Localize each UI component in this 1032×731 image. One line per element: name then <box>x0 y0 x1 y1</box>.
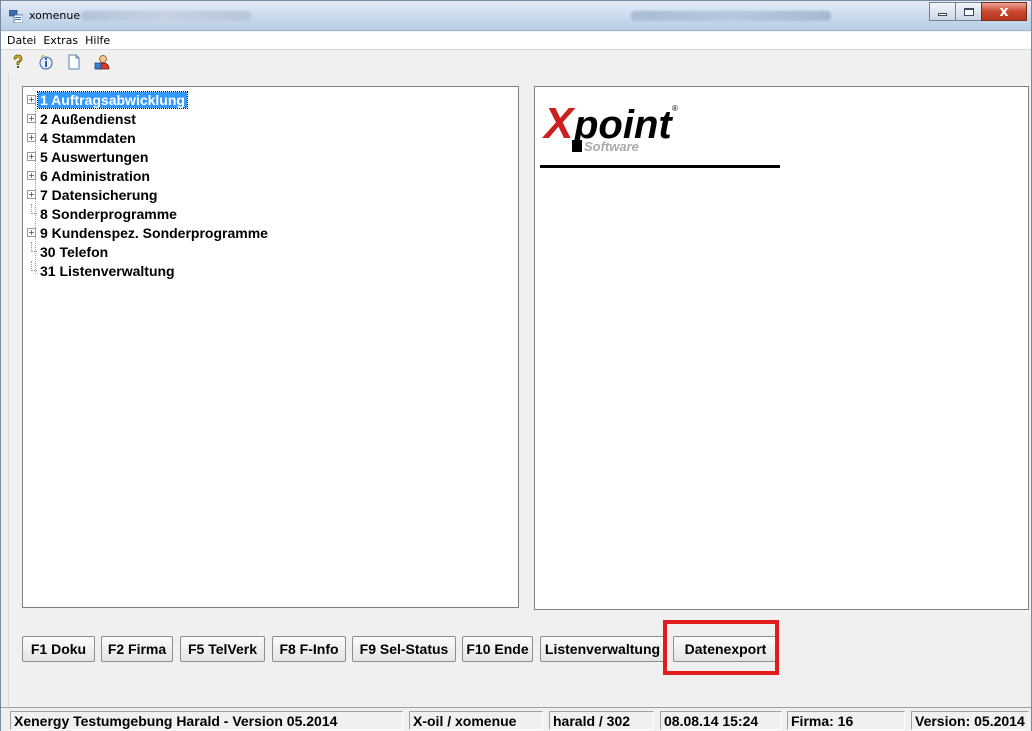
left-frame-edge <box>1 73 9 707</box>
title-bar[interactable]: xomenue x <box>1 1 1031 31</box>
close-button[interactable]: x <box>981 2 1027 21</box>
close-icon: x <box>999 3 1009 20</box>
tree-item-label[interactable]: 2 Außendienst <box>38 111 138 127</box>
blurred-title-detail <box>81 11 251 21</box>
toolbar <box>1 51 1031 73</box>
listenverwaltung-button[interactable]: Listenverwaltung <box>540 636 665 662</box>
xpoint-logo: X point ® Software <box>541 99 678 154</box>
tree-item-label[interactable]: 8 Sonderprogramme <box>38 206 179 222</box>
expand-icon[interactable]: + <box>27 152 36 161</box>
tree-leaf-connector <box>27 204 37 218</box>
logo-underline <box>540 165 780 168</box>
app-window: xomenue x Datei Extras Hilfe + 1 Auftrag… <box>0 0 1032 731</box>
tree-item-stammdaten[interactable]: + 4 Stammdaten <box>27 128 270 147</box>
f9-sel-status-button[interactable]: F9 Sel-Status <box>352 636 456 662</box>
tree-item-datensicherung[interactable]: + 7 Datensicherung <box>27 185 270 204</box>
status-app: X-oil / xomenue <box>409 711 543 730</box>
user-icon[interactable] <box>94 54 110 70</box>
tree-item-label[interactable]: 7 Datensicherung <box>38 187 159 203</box>
menu-extras[interactable]: Extras <box>43 34 78 47</box>
expand-icon[interactable]: + <box>27 114 36 123</box>
f2-firma-button[interactable]: F2 Firma <box>101 636 173 662</box>
status-bar: Xenergy Testumgebung Harald - Version 05… <box>1 707 1031 731</box>
logo-x: X <box>541 99 576 148</box>
tree-item-telefon[interactable]: 30 Telefon <box>27 242 270 261</box>
expand-icon[interactable]: + <box>27 95 36 104</box>
blurred-title-detail-2 <box>631 11 831 21</box>
window-title: xomenue <box>29 9 81 22</box>
menu-tree-panel[interactable]: + 1 Auftragsabwicklung + 2 Außendienst +… <box>22 86 519 608</box>
tree-item-label[interactable]: 6 Administration <box>38 168 152 184</box>
tree-item-label[interactable]: 4 Stammdaten <box>38 130 138 146</box>
maximize-button[interactable] <box>955 2 982 21</box>
status-version: Version: 05.2014 <box>911 711 1029 730</box>
logo-software: Software <box>584 139 639 154</box>
highlight-annotation <box>663 620 779 675</box>
maximize-icon <box>963 7 974 16</box>
document-icon[interactable] <box>66 54 82 70</box>
tree-item-auswertungen[interactable]: + 5 Auswertungen <box>27 147 270 166</box>
tree-item-label[interactable]: 5 Auswertungen <box>38 149 150 165</box>
status-environment: Xenergy Testumgebung Harald - Version 05… <box>10 711 403 730</box>
f10-ende-button[interactable]: F10 Ende <box>462 636 533 662</box>
info-icon[interactable] <box>38 54 54 70</box>
logo-registered: ® <box>672 104 678 113</box>
tree-leaf-connector <box>27 242 37 256</box>
tree-item-auftragsabwicklung[interactable]: + 1 Auftragsabwicklung <box>27 90 270 109</box>
tree-item-label[interactable]: 31 Listenverwaltung <box>38 263 177 279</box>
status-firma: Firma: 16 <box>787 711 905 730</box>
tree-item-listenverwaltung[interactable]: 31 Listenverwaltung <box>27 261 270 280</box>
tree-item-label[interactable]: 9 Kundenspez. Sonderprogramme <box>38 225 270 241</box>
tree-item-sonderprogramme[interactable]: 8 Sonderprogramme <box>27 204 270 223</box>
status-user: harald / 302 <box>549 711 654 730</box>
tree-item-label[interactable]: 30 Telefon <box>38 244 110 260</box>
expand-icon[interactable]: + <box>27 228 36 237</box>
window-controls: x <box>929 2 1027 22</box>
menu-tree: + 1 Auftragsabwicklung + 2 Außendienst +… <box>27 90 270 280</box>
tree-item-aussendienst[interactable]: + 2 Außendienst <box>27 109 270 128</box>
expand-icon[interactable]: + <box>27 133 36 142</box>
expand-icon[interactable]: + <box>27 190 36 199</box>
tree-item-administration[interactable]: + 6 Administration <box>27 166 270 185</box>
f8-f-info-button[interactable]: F8 F-Info <box>272 636 346 662</box>
f1-doku-button[interactable]: F1 Doku <box>22 636 95 662</box>
menu-datei[interactable]: Datei <box>7 34 36 47</box>
minimize-button[interactable] <box>929 2 956 21</box>
help-icon[interactable] <box>10 54 26 70</box>
tree-leaf-connector <box>27 261 37 275</box>
status-datetime: 08.08.14 15:24 <box>660 711 782 730</box>
logo-block <box>572 140 582 152</box>
app-icon <box>9 10 23 23</box>
tree-item-kundenspez-sonderprogramme[interactable]: + 9 Kundenspez. Sonderprogramme <box>27 223 270 242</box>
minimize-icon <box>938 13 947 16</box>
logo-panel: X point ® Software <box>534 86 1029 610</box>
f5-telverk-button[interactable]: F5 TelVerk <box>180 636 265 662</box>
menu-hilfe[interactable]: Hilfe <box>85 34 110 47</box>
tree-item-label[interactable]: 1 Auftragsabwicklung <box>37 90 188 109</box>
expand-icon[interactable]: + <box>27 171 36 180</box>
menu-bar: Datei Extras Hilfe <box>1 32 1031 50</box>
